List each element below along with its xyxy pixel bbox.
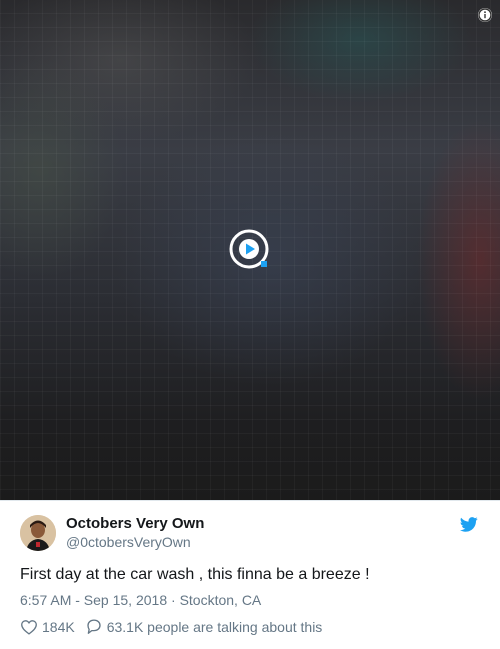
heart-icon: [21, 619, 37, 635]
avatar[interactable]: [20, 515, 56, 551]
like-count: 184K: [42, 618, 75, 635]
play-circle-icon: [229, 229, 269, 269]
meta-separator: ·: [167, 592, 180, 608]
play-button[interactable]: [229, 229, 269, 269]
speech-bubble-icon: [87, 619, 101, 634]
user-handle[interactable]: @0ctobersVeryOwn: [66, 534, 191, 550]
video-thumbnail[interactable]: [0, 0, 500, 500]
tweet-card[interactable]: Octobers Very Own @0ctobersVeryOwn First…: [0, 500, 500, 649]
tweet-timestamp[interactable]: 6:57 AM - Sep 15, 2018: [20, 592, 167, 608]
like-button[interactable]: 184K: [20, 619, 75, 635]
tweet-actions: 184K 63.1K people are talking about this: [20, 618, 322, 635]
tweet-meta: 6:57 AM - Sep 15, 2018 · Stockton, CA: [20, 592, 261, 608]
tweet-location[interactable]: Stockton, CA: [180, 592, 262, 608]
replies-text: 63.1K people are talking about this: [106, 618, 323, 635]
tweet-text: First day at the car wash , this finna b…: [20, 566, 370, 583]
twitter-bird-icon[interactable]: [460, 517, 478, 532]
info-icon[interactable]: [478, 8, 492, 22]
reply-button[interactable]: 63.1K people are talking about this: [85, 618, 323, 635]
display-name[interactable]: Octobers Very Own: [66, 515, 204, 532]
